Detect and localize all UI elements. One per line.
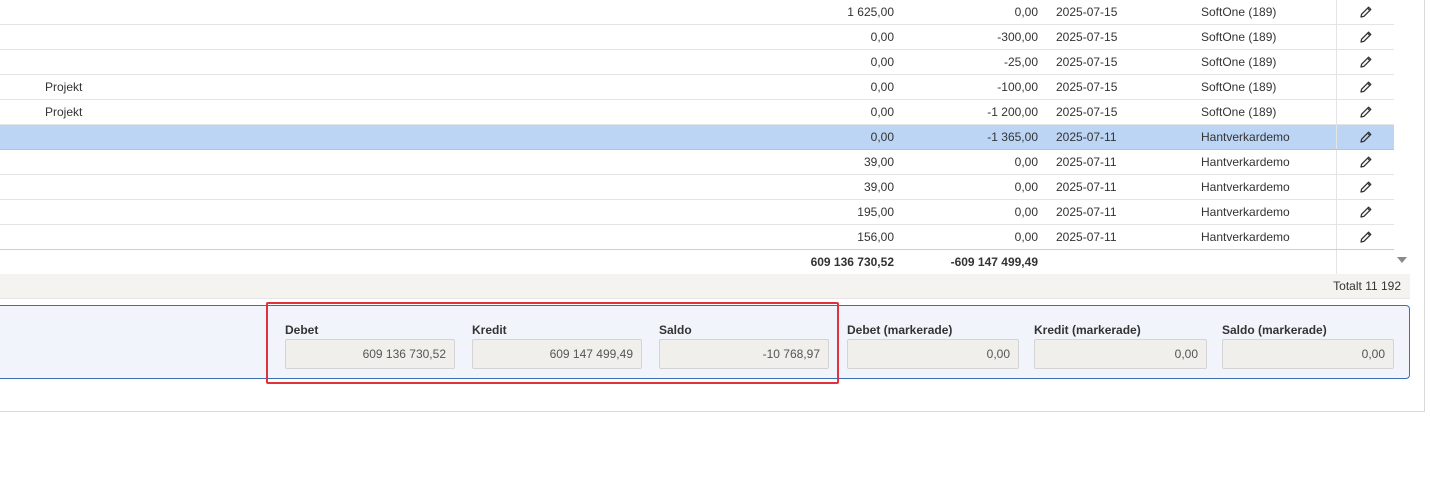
user-cell: Hantverkardemo xyxy=(1201,205,1290,219)
edit-cell[interactable] xyxy=(1336,125,1395,149)
date-cell: 2025-07-15 xyxy=(1056,80,1118,94)
pencil-icon[interactable] xyxy=(1359,55,1373,69)
debet-cell: 0,00 xyxy=(870,105,894,119)
table-row[interactable]: 1 625,00 0,00 2025-07-15 SoftOne (189) xyxy=(0,0,1394,25)
table-row[interactable]: Projekt 0,00 -1 200,00 2025-07-15 SoftOn… xyxy=(0,100,1394,125)
total-kredit: -609 147 499,49 xyxy=(950,255,1038,269)
table-row[interactable]: 156,00 0,00 2025-07-11 Hantverkardemo xyxy=(0,225,1394,250)
debet-cell: 39,00 xyxy=(863,180,894,194)
kredit-cell: -25,00 xyxy=(1003,55,1038,69)
pencil-icon[interactable] xyxy=(1359,130,1373,144)
user-cell: SoftOne (189) xyxy=(1201,55,1277,69)
user-cell: Hantverkardemo xyxy=(1201,130,1290,144)
kredit-cell: 0,00 xyxy=(1014,205,1038,219)
table-row[interactable]: 0,00 -1 365,00 2025-07-11 Hantverkardemo xyxy=(0,125,1394,150)
table-row[interactable]: 39,00 0,00 2025-07-11 Hantverkardemo xyxy=(0,150,1394,175)
vertical-scrollbar[interactable] xyxy=(1394,0,1410,274)
pencil-icon[interactable] xyxy=(1359,230,1373,244)
total-debet: 609 136 730,52 xyxy=(810,255,894,269)
date-cell: 2025-07-15 xyxy=(1056,55,1118,69)
totals-row: 609 136 730,52 -609 147 499,49 xyxy=(0,249,1394,275)
user-cell: SoftOne (189) xyxy=(1201,105,1277,119)
table-row[interactable]: Projekt 0,00 -100,00 2025-07-15 SoftOne … xyxy=(0,75,1394,100)
pencil-icon[interactable] xyxy=(1359,105,1373,119)
pencil-icon[interactable] xyxy=(1359,180,1373,194)
edit-cell[interactable] xyxy=(1336,175,1395,199)
pencil-icon[interactable] xyxy=(1359,205,1373,219)
user-cell: Hantverkardemo xyxy=(1201,155,1290,169)
kredit-cell: 0,00 xyxy=(1014,155,1038,169)
debet-cell: 0,00 xyxy=(870,30,894,44)
user-cell: SoftOne (189) xyxy=(1201,80,1277,94)
kredit-cell: -300,00 xyxy=(997,30,1038,44)
debet-cell: 1 625,00 xyxy=(847,5,894,19)
date-cell: 2025-07-15 xyxy=(1056,105,1118,119)
grid-footer: Totalt 11 192 xyxy=(0,274,1410,299)
kredit-cell: -1 200,00 xyxy=(987,105,1038,119)
pencil-icon[interactable] xyxy=(1359,30,1373,44)
kredit-cell: 0,00 xyxy=(1014,230,1038,244)
kredit-marked-value: 0,00 xyxy=(1034,339,1207,369)
debet-marked-value: 0,00 xyxy=(847,339,1019,369)
table-row[interactable]: 0,00 -25,00 2025-07-15 SoftOne (189) xyxy=(0,50,1394,75)
voucher-panel: 1 625,00 0,00 2025-07-15 SoftOne (189) 0… xyxy=(0,0,1425,412)
chevron-down-icon[interactable] xyxy=(1397,257,1407,263)
edit-cell[interactable] xyxy=(1336,150,1395,174)
pencil-icon[interactable] xyxy=(1359,155,1373,169)
date-cell: 2025-07-11 xyxy=(1056,180,1117,194)
edit-cell[interactable] xyxy=(1336,25,1395,49)
kredit-marked-label: Kredit (markerade) xyxy=(1034,323,1141,337)
edit-cell[interactable] xyxy=(1336,75,1395,99)
edit-cell[interactable] xyxy=(1336,0,1395,24)
edit-cell[interactable] xyxy=(1336,200,1395,224)
debet-cell: 39,00 xyxy=(863,155,894,169)
note-cell: Projekt xyxy=(45,80,83,94)
debet-cell: 0,00 xyxy=(870,130,894,144)
highlight-box xyxy=(266,302,839,384)
date-cell: 2025-07-11 xyxy=(1056,230,1117,244)
date-cell: 2025-07-11 xyxy=(1056,130,1117,144)
debet-cell: 0,00 xyxy=(870,80,894,94)
kredit-cell: -100,00 xyxy=(997,80,1038,94)
kredit-cell: -1 365,00 xyxy=(987,130,1038,144)
pencil-icon[interactable] xyxy=(1359,80,1373,94)
debet-cell: 0,00 xyxy=(870,55,894,69)
kredit-cell: 0,00 xyxy=(1014,180,1038,194)
table-row[interactable]: 0,00 -300,00 2025-07-15 SoftOne (189) xyxy=(0,25,1394,50)
note-cell: Projekt xyxy=(45,105,83,119)
totals-edit-spacer xyxy=(1336,250,1395,274)
saldo-marked-value: 0,00 xyxy=(1222,339,1394,369)
table-row[interactable]: 195,00 0,00 2025-07-11 Hantverkardemo xyxy=(0,200,1394,225)
pencil-icon[interactable] xyxy=(1359,5,1373,19)
date-cell: 2025-07-15 xyxy=(1056,5,1118,19)
saldo-marked-label: Saldo (markerade) xyxy=(1222,323,1327,337)
date-cell: 2025-07-11 xyxy=(1056,155,1117,169)
user-cell: SoftOne (189) xyxy=(1201,30,1277,44)
user-cell: SoftOne (189) xyxy=(1201,5,1277,19)
debet-cell: 156,00 xyxy=(857,230,894,244)
kredit-cell: 0,00 xyxy=(1014,5,1038,19)
edit-cell[interactable] xyxy=(1336,100,1395,124)
debet-cell: 195,00 xyxy=(857,205,894,219)
table-row[interactable]: 39,00 0,00 2025-07-11 Hantverkardemo xyxy=(0,175,1394,200)
debet-marked-label: Debet (markerade) xyxy=(847,323,953,337)
date-cell: 2025-07-15 xyxy=(1056,30,1118,44)
edit-cell[interactable] xyxy=(1336,225,1395,249)
user-cell: Hantverkardemo xyxy=(1201,230,1290,244)
edit-cell[interactable] xyxy=(1336,50,1395,74)
row-count-label: Totalt 11 192 xyxy=(1333,279,1401,293)
user-cell: Hantverkardemo xyxy=(1201,180,1290,194)
date-cell: 2025-07-11 xyxy=(1056,205,1117,219)
